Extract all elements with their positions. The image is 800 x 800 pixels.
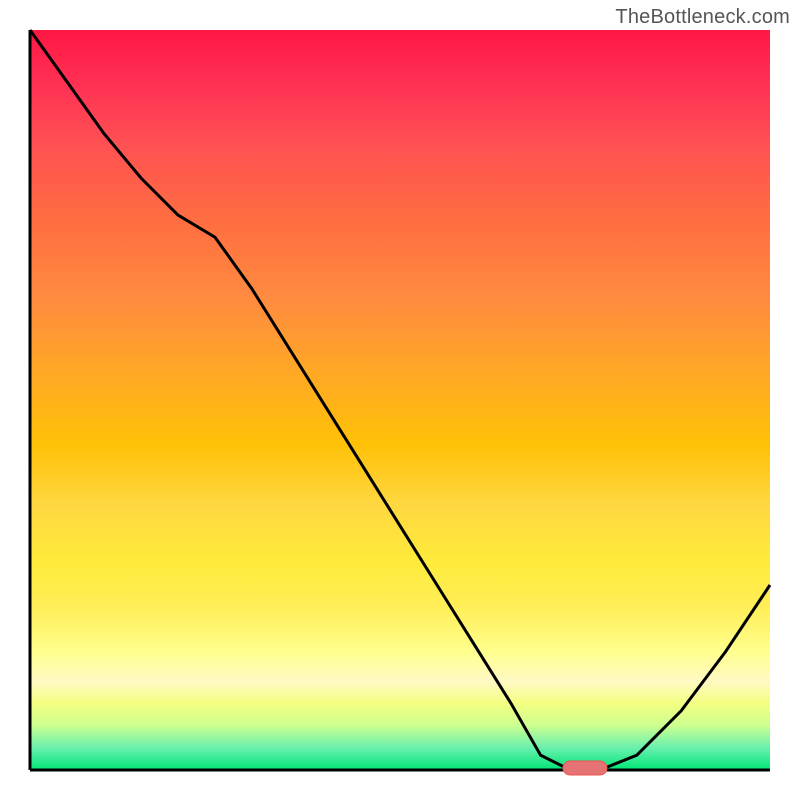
optimal-point-marker	[563, 761, 607, 775]
bottleneck-curve	[30, 30, 770, 770]
chart-plot-area	[30, 30, 770, 770]
chart-svg	[30, 30, 770, 770]
chart-container: TheBottleneck.com	[0, 0, 800, 800]
watermark-text: TheBottleneck.com	[615, 6, 790, 29]
